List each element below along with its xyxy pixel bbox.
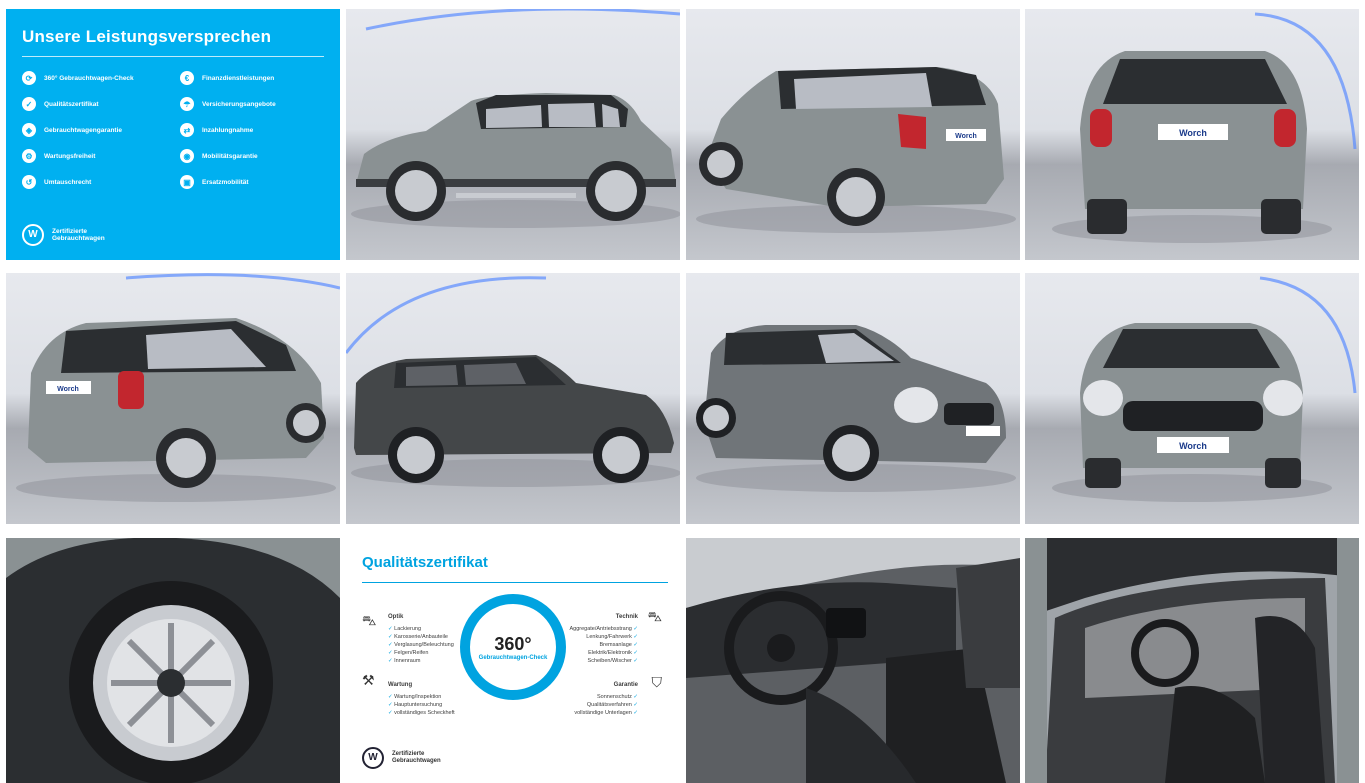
dealer-plate-text: Worch (1179, 441, 1207, 451)
photo-gallery: Unsere Leistungsversprechen ⟳ 360° Gebrau… (0, 0, 1365, 783)
brand-line: Zertifizierte (52, 227, 88, 235)
dealer-plate-text: Worch (955, 133, 977, 140)
car-check-icon: ⛍ (647, 608, 662, 624)
check-item: Lenkung/Fahrwerk (569, 633, 638, 641)
quality-certificate-tile[interactable]: Qualitätszertifikat ⛍ Optik Lackierung K… (346, 538, 680, 783)
check-item: Karosserie/Anbauteile (388, 633, 454, 641)
check-item: Sonnenschutz (574, 693, 638, 701)
check-item: Scheiben/Wischer (569, 657, 638, 665)
dealer-plate-text: Worch (57, 386, 79, 393)
check-item: Wartung/Inspektion (388, 693, 455, 701)
mobility-icon: ◉ (180, 149, 194, 163)
section-heading: Optik (388, 614, 404, 620)
vw-logo-icon: W (22, 224, 44, 246)
technik-section: Technik Aggregate/Antriebsstrang Lenkung… (569, 614, 638, 665)
quality-title: Qualitätszertifikat (362, 554, 488, 571)
brand-line: Gebrauchtwagen (52, 235, 105, 242)
promise-item: ◈ Gebrauchtwagengarantie (22, 123, 166, 137)
car-photo-front[interactable]: Worch (1025, 273, 1359, 524)
car-front-image: Worch (1052, 276, 1357, 502)
car-rear-left-image: Worch (16, 273, 340, 502)
promise-item: ⟳ 360° Gebrauchtwagen-Check (22, 71, 166, 85)
check-item: Aggregate/Antriebsstrang (569, 625, 638, 633)
wheel-closeup-image (6, 538, 340, 783)
warranty-icon: ◈ (22, 123, 36, 137)
check-item: Innenraum (388, 657, 454, 665)
car-photo-side-right[interactable] (346, 273, 680, 524)
interior-dashboard-image (686, 538, 1020, 783)
replacement-car-icon: ▣ (180, 175, 194, 189)
brand-line: Gebrauchtwagen (392, 758, 441, 764)
promise-list: ⟳ 360° Gebrauchtwagen-Check € Finanzdienst… (22, 71, 324, 189)
insurance-icon: ☂ (180, 97, 194, 111)
check-item: Verglasung/Beleuchtung (388, 641, 454, 649)
trade-in-icon: ⇄ (180, 123, 194, 137)
check-item: Lackierung (388, 625, 454, 633)
check-item: vollständige Unterlagen (574, 709, 638, 717)
car-photo-side[interactable] (346, 9, 680, 260)
section-heading: Wartung (388, 682, 413, 688)
vw-brand: W Zertifizierte Gebrauchtwagen (22, 224, 105, 246)
finance-icon: € (180, 71, 194, 85)
car-photo-wheel[interactable] (6, 538, 340, 783)
interior-side-image (1025, 538, 1359, 783)
promise-item: ▣ Ersatzmobilität (180, 175, 324, 189)
promise-item: ☂ Versicherungsangebote (180, 97, 324, 111)
maintenance-icon: ⚙ (22, 149, 36, 163)
garantie-section: Garantie Sonnenschutz Qualitätsverfahren… (574, 682, 638, 717)
promise-item: ⇄ Inzahlungnahme (180, 123, 324, 137)
promise-item: ↺ Umtauschrecht (22, 175, 166, 189)
dealer-plate-text: Worch (1179, 128, 1207, 138)
promise-item: ✓ Qualitätszertifikat (22, 97, 166, 111)
check-item: Hauptuntersuchung (388, 701, 455, 709)
car-photo-interior-side[interactable] (1025, 538, 1359, 783)
ring-number: 360° (494, 633, 532, 654)
car-rear-quarter-image: Worch (696, 67, 1016, 233)
shield-check-icon: ⛉ (651, 674, 663, 690)
car-photo-interior-dashboard[interactable] (686, 538, 1020, 783)
divider (22, 56, 324, 57)
brand-line: Zertifizierte (392, 751, 425, 758)
car-front-quarter-image (696, 325, 1016, 492)
car-rear-image: Worch (1052, 12, 1357, 243)
promise-item: ⚙ Wartungsfreiheit (22, 149, 166, 163)
check-item: Elektrik/Elektronik (569, 649, 638, 657)
vw-logo-icon: W (362, 747, 384, 769)
car-body-icon: ⛍ (362, 612, 377, 628)
vw-brand: W Zertifizierte Gebrauchtwagen (362, 747, 441, 769)
certificate-icon: ✓ (22, 97, 36, 111)
check-item: Bremsanlage (569, 641, 638, 649)
check-item: vollständiges Scheckheft (388, 709, 455, 717)
section-heading: Technik (615, 614, 638, 620)
wartung-section: Wartung Wartung/Inspektion Hauptuntersuc… (388, 682, 455, 717)
check-item: Felgen/Reifen (388, 649, 454, 657)
car-photo-rear-quarter[interactable]: Worch (686, 9, 1020, 260)
promise-item: ◉ Mobilitätsgarantie (180, 149, 324, 163)
divider (362, 582, 668, 583)
car-photo-rear[interactable]: Worch (1025, 9, 1359, 260)
car-side-right-image (346, 276, 680, 487)
service-promise-tile[interactable]: Unsere Leistungsversprechen ⟳ 360° Gebrau… (6, 9, 340, 260)
check-item: Qualitätsverfahren (574, 701, 638, 709)
promise-title: Unsere Leistungsversprechen (22, 27, 272, 46)
wrench-icon: ⚒ (362, 672, 375, 688)
ring-text: Gebrauchtwagen-Check (478, 654, 548, 661)
360-check-icon: ⟳ (22, 71, 36, 85)
car-photo-rear-left[interactable]: Worch (6, 273, 340, 524)
exchange-icon: ↺ (22, 175, 36, 189)
section-heading: Garantie (613, 682, 638, 688)
optik-section: Optik Lackierung Karosserie/Anbauteile V… (388, 614, 454, 665)
car-photo-front-quarter[interactable] (686, 273, 1020, 524)
car-side-image (351, 9, 680, 228)
promise-item: € Finanzdienstleistungen (180, 71, 324, 85)
360-check-badge: 360° Gebrauchtwagen-Check (460, 594, 566, 700)
